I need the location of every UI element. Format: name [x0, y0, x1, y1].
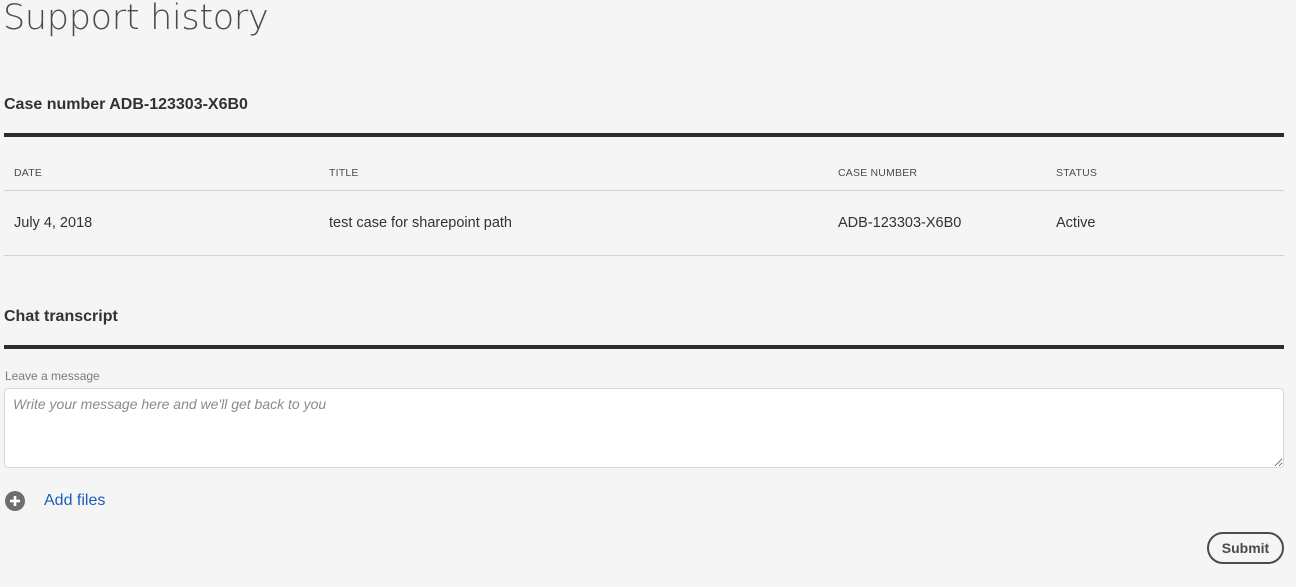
add-files-button[interactable]: Add files	[4, 489, 105, 513]
cell-title: test case for sharepoint path	[329, 215, 512, 231]
case-table: DATE TITLE CASE NUMBER STATUS July 4, 20…	[4, 137, 1284, 256]
case-number-heading: Case number ADB-123303-X6B0	[4, 96, 248, 113]
chat-transcript-heading: Chat transcript	[4, 308, 118, 325]
plus-circle-icon[interactable]	[4, 490, 26, 512]
chat-section-divider	[4, 345, 1284, 349]
page-title: Support history	[3, 0, 269, 38]
submit-button[interactable]: Submit	[1207, 532, 1284, 564]
cell-status: Active	[1056, 215, 1096, 231]
message-input[interactable]	[4, 388, 1284, 468]
table-header: DATE TITLE CASE NUMBER STATUS	[4, 137, 1284, 191]
column-header-status[interactable]: STATUS	[1056, 167, 1097, 179]
table-row[interactable]: July 4, 2018 test case for sharepoint pa…	[4, 191, 1284, 256]
column-header-case-number[interactable]: CASE NUMBER	[838, 167, 917, 179]
cell-date: July 4, 2018	[14, 215, 93, 231]
add-files-link[interactable]: Add files	[44, 492, 105, 510]
column-header-date[interactable]: DATE	[14, 167, 42, 179]
column-header-title[interactable]: TITLE	[329, 167, 359, 179]
message-label: Leave a message	[5, 369, 100, 383]
cell-case-number: ADB-123303-X6B0	[838, 215, 962, 231]
